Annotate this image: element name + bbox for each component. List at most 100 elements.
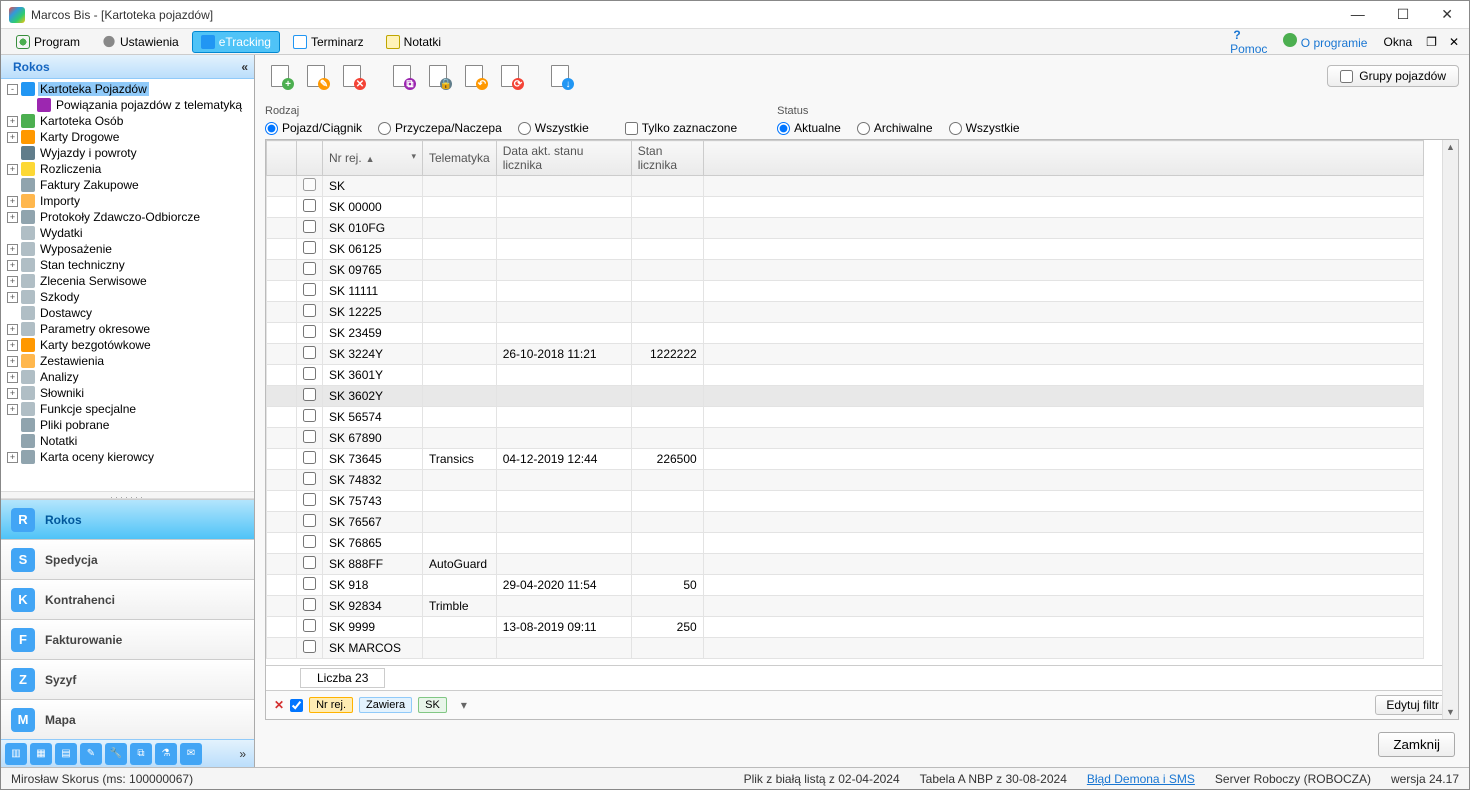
tree-item-1[interactable]: Powiązania pojazdów z telematyką bbox=[1, 97, 254, 113]
tree-item-21[interactable]: Pliki pobrane bbox=[1, 417, 254, 433]
tree-expander-icon[interactable]: + bbox=[7, 196, 18, 207]
row-checkbox[interactable] bbox=[303, 493, 316, 506]
table-row[interactable]: SK 888FFAutoGuard bbox=[267, 554, 1424, 575]
nav-section-mapa[interactable]: MMapa bbox=[1, 699, 254, 739]
vertical-scrollbar[interactable] bbox=[1442, 140, 1458, 719]
menu-okna[interactable]: Okna bbox=[1377, 35, 1418, 49]
radio-wszystkie-rodzaj[interactable]: Wszystkie bbox=[518, 121, 589, 135]
tree-expander-icon[interactable] bbox=[7, 436, 18, 447]
tree-item-18[interactable]: +Analizy bbox=[1, 369, 254, 385]
nav-section-spedycja[interactable]: SSpedycja bbox=[1, 539, 254, 579]
tool-undo-button[interactable]: ↶ bbox=[459, 61, 489, 91]
tree-item-9[interactable]: Wydatki bbox=[1, 225, 254, 241]
bottom-icon-4[interactable]: ✎ bbox=[80, 743, 102, 765]
row-checkbox[interactable] bbox=[303, 472, 316, 485]
tree-item-20[interactable]: +Funkcje specjalne bbox=[1, 401, 254, 417]
bottom-icon-3[interactable]: ▤ bbox=[55, 743, 77, 765]
tree-expander-icon[interactable]: + bbox=[7, 372, 18, 383]
menu-pomoc[interactable]: ? Pomoc bbox=[1224, 25, 1273, 59]
tree-item-16[interactable]: +Karty bezgotówkowe bbox=[1, 337, 254, 353]
tree-item-12[interactable]: +Zlecenia Serwisowe bbox=[1, 273, 254, 289]
table-row[interactable]: SK 06125 bbox=[267, 239, 1424, 260]
bottom-icon-1[interactable]: ▥ bbox=[5, 743, 27, 765]
table-row[interactable]: SK bbox=[267, 176, 1424, 197]
tree-item-22[interactable]: Notatki bbox=[1, 433, 254, 449]
bottom-icon-2[interactable]: ▦ bbox=[30, 743, 52, 765]
grupy-pojazdow-button[interactable]: Grupy pojazdów bbox=[1327, 65, 1459, 87]
radio-przyczepa[interactable]: Przyczepa/Naczepa bbox=[378, 121, 502, 135]
sidebar-grip[interactable]: ······· bbox=[1, 491, 254, 499]
row-checkbox[interactable] bbox=[303, 367, 316, 380]
row-checkbox[interactable] bbox=[303, 304, 316, 317]
tree-item-6[interactable]: Faktury Zakupowe bbox=[1, 177, 254, 193]
filter-enable-checkbox[interactable] bbox=[290, 699, 303, 712]
filter-chip-value[interactable]: SK bbox=[418, 697, 447, 713]
tree-expander-icon[interactable]: + bbox=[7, 340, 18, 351]
row-checkbox[interactable] bbox=[303, 178, 316, 191]
row-checkbox[interactable] bbox=[303, 451, 316, 464]
tool-add-button[interactable]: + bbox=[265, 61, 295, 91]
tree-expander-icon[interactable]: - bbox=[7, 84, 18, 95]
row-checkbox[interactable] bbox=[303, 598, 316, 611]
row-checkbox[interactable] bbox=[303, 640, 316, 653]
table-row[interactable]: SK 91829-04-2020 11:5450 bbox=[267, 575, 1424, 596]
tree-item-14[interactable]: Dostawcy bbox=[1, 305, 254, 321]
table-row[interactable]: SK 09765 bbox=[267, 260, 1424, 281]
bottom-icon-5[interactable]: 🔧 bbox=[105, 743, 127, 765]
nav-section-fakturowanie[interactable]: FFakturowanie bbox=[1, 619, 254, 659]
row-checkbox[interactable] bbox=[303, 556, 316, 569]
tree-expander-icon[interactable]: + bbox=[7, 276, 18, 287]
row-checkbox[interactable] bbox=[303, 220, 316, 233]
table-row[interactable]: SK 23459 bbox=[267, 323, 1424, 344]
table-row[interactable]: SK 00000 bbox=[267, 197, 1424, 218]
nav-section-kontrahenci[interactable]: KKontrahenci bbox=[1, 579, 254, 619]
tree-item-5[interactable]: +Rozliczenia bbox=[1, 161, 254, 177]
table-row[interactable]: SK 67890 bbox=[267, 428, 1424, 449]
radio-aktualne[interactable]: Aktualne bbox=[777, 121, 841, 135]
tree-item-10[interactable]: +Wyposażenie bbox=[1, 241, 254, 257]
col-nr-rej[interactable]: Nr rej.▲▾ bbox=[323, 141, 423, 176]
grupy-pojazdow-checkbox[interactable] bbox=[1340, 70, 1353, 83]
tree-expander-icon[interactable] bbox=[23, 100, 34, 111]
radio-wszystkie-status[interactable]: Wszystkie bbox=[949, 121, 1020, 135]
tree-expander-icon[interactable]: + bbox=[7, 452, 18, 463]
tree-expander-icon[interactable]: + bbox=[7, 356, 18, 367]
tree-item-7[interactable]: +Importy bbox=[1, 193, 254, 209]
table-row[interactable]: SK 74832 bbox=[267, 470, 1424, 491]
minimize-button[interactable]: — bbox=[1343, 4, 1373, 25]
checkbox-tylko-zaznaczone[interactable]: Tylko zaznaczone bbox=[625, 121, 737, 135]
menu-program[interactable]: Program bbox=[7, 31, 89, 53]
table-row[interactable]: SK 999913-08-2019 09:11250 bbox=[267, 617, 1424, 638]
filter-dropdown-icon[interactable]: ▾ bbox=[453, 698, 475, 712]
tree-expander-icon[interactable]: + bbox=[7, 212, 18, 223]
row-checkbox[interactable] bbox=[303, 577, 316, 590]
table-row[interactable]: SK 76567 bbox=[267, 512, 1424, 533]
radio-pojazd[interactable]: Pojazd/Ciągnik bbox=[265, 121, 362, 135]
nav-section-rokos[interactable]: RRokos bbox=[1, 499, 254, 539]
tool-archive-button[interactable]: ↓ bbox=[545, 61, 575, 91]
table-row[interactable]: SK 76865 bbox=[267, 533, 1424, 554]
row-checkbox[interactable] bbox=[303, 430, 316, 443]
bottom-icon-6[interactable]: ⧉ bbox=[130, 743, 152, 765]
tree-item-2[interactable]: +Kartoteka Osób bbox=[1, 113, 254, 129]
tool-lock-button[interactable]: 🔒 bbox=[423, 61, 453, 91]
row-checkbox[interactable] bbox=[303, 514, 316, 527]
tree-expander-icon[interactable]: + bbox=[7, 388, 18, 399]
tree-expander-icon[interactable] bbox=[7, 228, 18, 239]
maximize-button[interactable]: ☐ bbox=[1389, 4, 1418, 25]
table-row[interactable]: SK 3602Y bbox=[267, 386, 1424, 407]
row-checkbox[interactable] bbox=[303, 199, 316, 212]
tree-expander-icon[interactable]: + bbox=[7, 404, 18, 415]
row-checkbox[interactable] bbox=[303, 283, 316, 296]
tree-item-4[interactable]: Wyjazdy i powroty bbox=[1, 145, 254, 161]
row-checkbox[interactable] bbox=[303, 619, 316, 632]
tree-expander-icon[interactable]: + bbox=[7, 244, 18, 255]
tree-expander-icon[interactable] bbox=[7, 308, 18, 319]
table-row[interactable]: SK 11111 bbox=[267, 281, 1424, 302]
table-row[interactable]: SK 75743 bbox=[267, 491, 1424, 512]
status-error-link[interactable]: Błąd Demona i SMS bbox=[1087, 772, 1195, 786]
mdi-close-icon[interactable]: ✕ bbox=[1445, 35, 1463, 49]
tree-expander-icon[interactable] bbox=[7, 420, 18, 431]
tool-delete-button[interactable]: ✕ bbox=[337, 61, 367, 91]
filter-chip-operator[interactable]: Zawiera bbox=[359, 697, 412, 713]
